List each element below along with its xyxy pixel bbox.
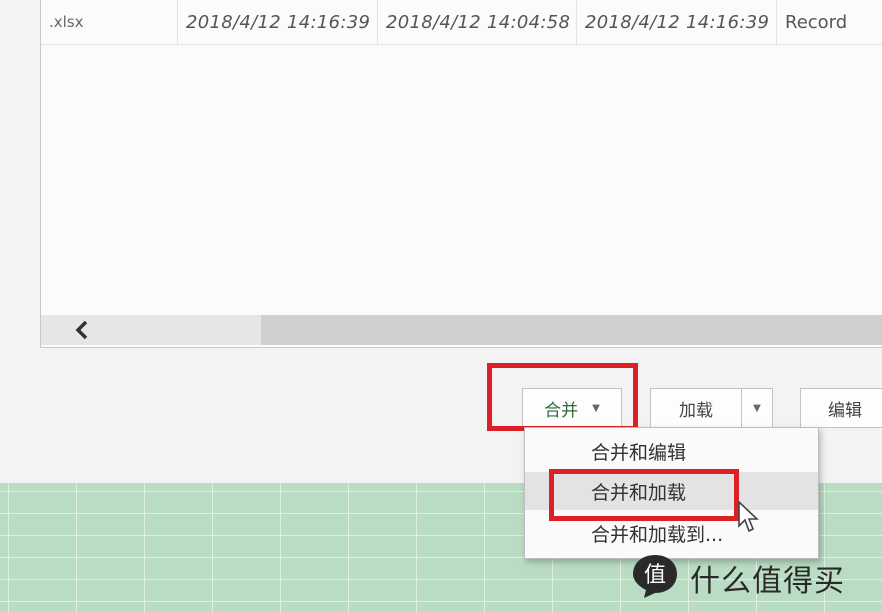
cell-extension: .xlsx — [41, 0, 178, 44]
chevron-left-icon[interactable] — [69, 317, 95, 343]
cell-attributes[interactable]: Record — [777, 0, 882, 44]
edit-button-label: 编辑 — [828, 400, 862, 421]
edit-button[interactable]: 编辑 — [800, 388, 882, 428]
menu-item-label: 合并和加载到... — [591, 523, 724, 546]
highlight-box-merge-and-load — [549, 469, 739, 521]
cell-date-modified: 2018/4/12 14:04:58 — [378, 0, 577, 44]
load-button-label: 加载 — [679, 400, 713, 421]
watermark-badge-char: 值 — [644, 563, 666, 588]
caret-down-icon: ▼ — [753, 402, 761, 414]
horizontal-scrollbar[interactable] — [41, 315, 882, 345]
cell-date-accessed: 2018/4/12 14:16:39 — [178, 0, 378, 44]
load-dropdown-button[interactable]: ▼ — [741, 388, 773, 428]
watermark-text: 什么值得买 — [690, 564, 845, 599]
highlight-box-merge — [487, 363, 638, 431]
load-button[interactable]: 加载 — [650, 388, 742, 428]
mouse-cursor-icon — [738, 500, 759, 533]
combine-files-dialog: .xlsx 2018/4/12 14:16:39 2018/4/12 14:04… — [0, 0, 882, 483]
file-preview-table: .xlsx 2018/4/12 14:16:39 2018/4/12 14:04… — [40, 0, 882, 348]
scrollbar-thumb[interactable] — [261, 315, 882, 345]
watermark-badge-icon: 值 — [633, 555, 677, 598]
table-row: .xlsx 2018/4/12 14:16:39 2018/4/12 14:04… — [41, 0, 882, 45]
menu-item-merge-and-edit[interactable]: 合并和编辑 — [525, 432, 818, 470]
menu-item-label: 合并和编辑 — [591, 441, 687, 464]
cell-date-created: 2018/4/12 14:16:39 — [577, 0, 777, 44]
